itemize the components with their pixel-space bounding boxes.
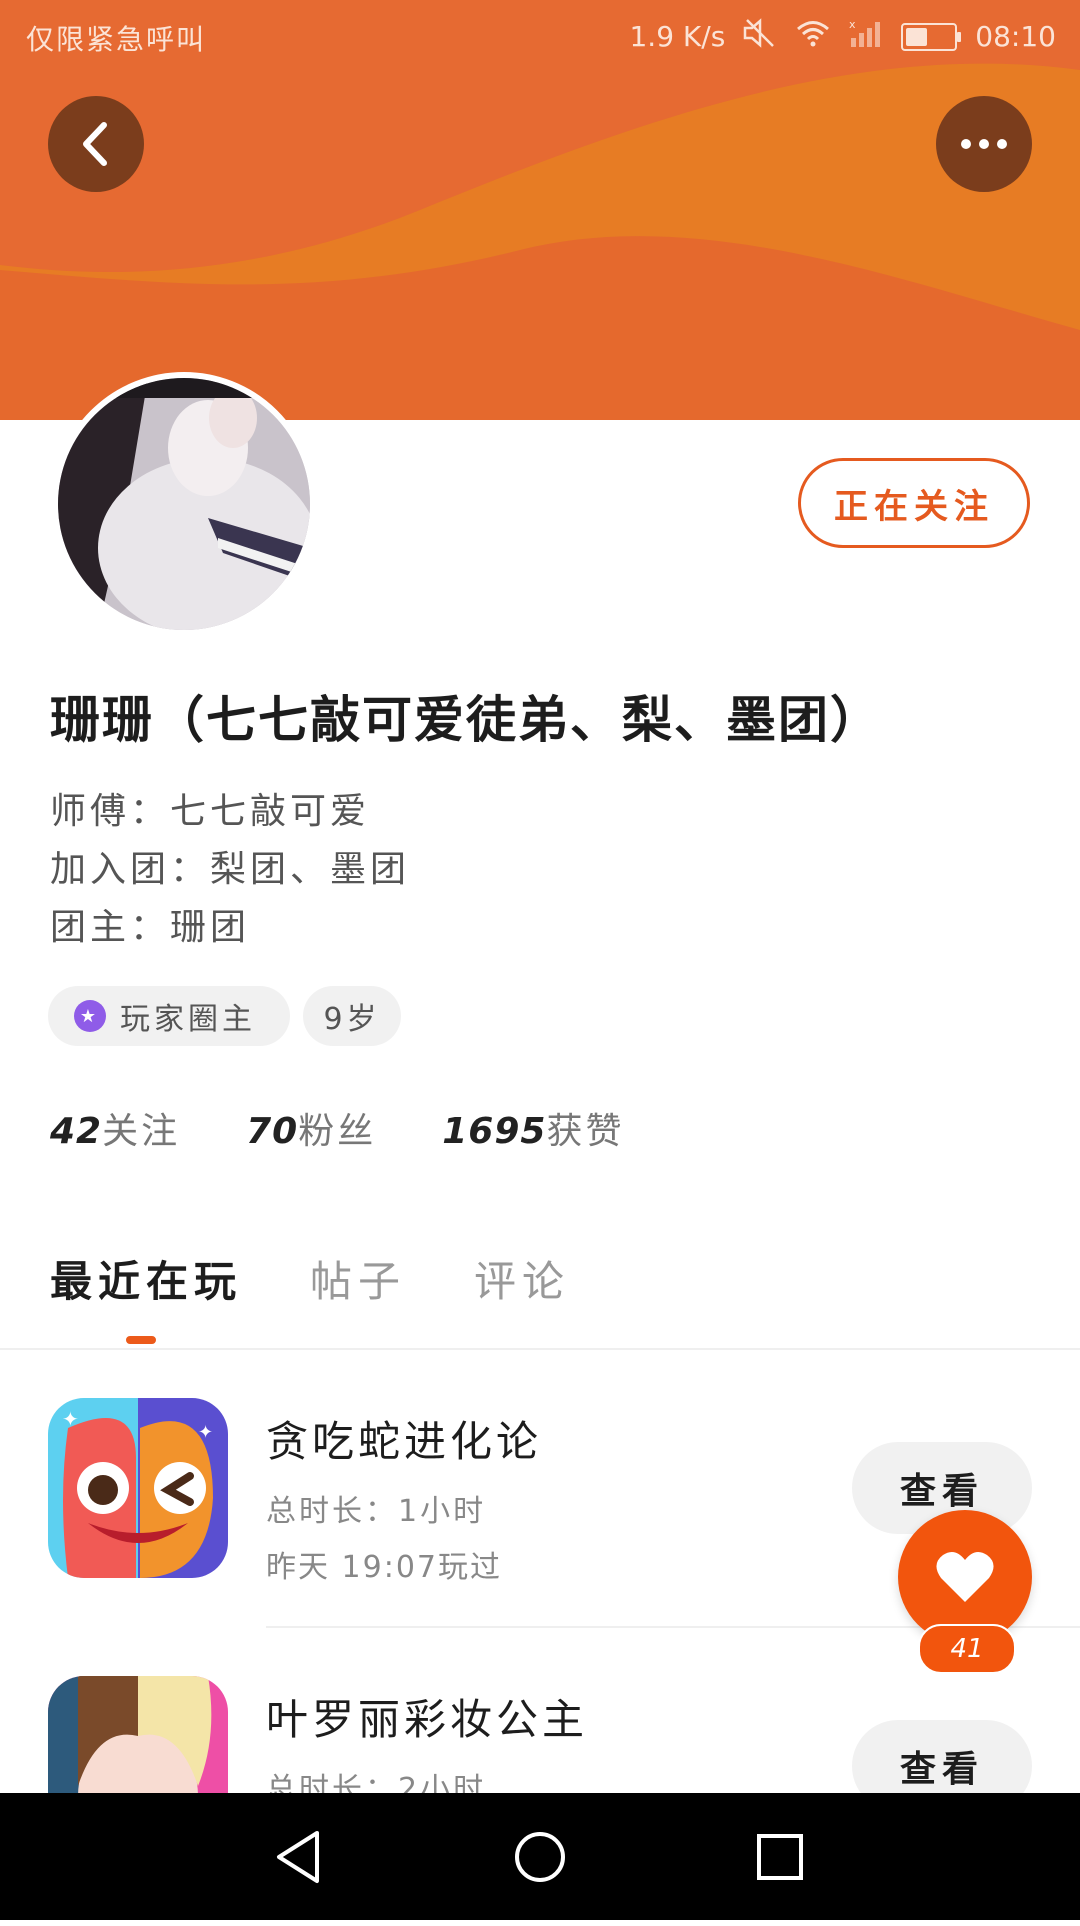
clock: 08:10 bbox=[975, 20, 1056, 53]
profile-tabs: 最近在玩 帖子 评论 bbox=[50, 1248, 570, 1344]
tab-posts[interactable]: 帖子 bbox=[310, 1248, 406, 1309]
master-info: 师傅：七七敲可爱 bbox=[50, 791, 371, 832]
battery-level bbox=[906, 27, 928, 46]
snake-game-icon: ✦ ✦ bbox=[48, 1398, 228, 1578]
likes-count: 1695 bbox=[442, 1111, 547, 1152]
svg-text:✦: ✦ bbox=[62, 1407, 79, 1431]
battery-icon bbox=[901, 22, 962, 51]
profile-name: 珊珊（七七敲可爱徒弟、梨、墨团） bbox=[50, 691, 882, 749]
following-button[interactable]: 正在关注 bbox=[798, 458, 1030, 548]
role-badge[interactable]: ★ 玩家圈主 bbox=[48, 986, 290, 1046]
likes-stat[interactable]: 1695获赞 bbox=[442, 1102, 624, 1154]
game-title: 贪吃蛇进化论 bbox=[266, 1417, 543, 1466]
nav-back-button[interactable] bbox=[258, 1817, 338, 1897]
following-count: 42 bbox=[50, 1111, 103, 1152]
game-last-played: 昨天 19:07玩过 bbox=[266, 1550, 502, 1585]
profile-header: 仅限紧急呼叫 1.9 K/s x 08:10 bbox=[0, 0, 1080, 420]
net-speed: 1.9 K/s bbox=[629, 20, 726, 53]
tabs-divider bbox=[0, 1348, 1080, 1350]
svg-text:x: x bbox=[849, 18, 856, 31]
status-emergency-text: 仅限紧急呼叫 bbox=[26, 23, 207, 56]
age-badge-label: 9岁 bbox=[323, 1002, 381, 1037]
tab-comments[interactable]: 评论 bbox=[474, 1248, 570, 1309]
triangle-back-icon bbox=[277, 1831, 319, 1883]
fans-label: 粉丝 bbox=[298, 1111, 377, 1152]
back-button[interactable] bbox=[48, 96, 144, 192]
nav-recent-button[interactable] bbox=[740, 1817, 820, 1897]
likes-label: 获赞 bbox=[546, 1111, 625, 1152]
status-bar: 仅限紧急呼叫 1.9 K/s x 08:10 bbox=[0, 0, 1080, 78]
square-recent-icon bbox=[757, 1834, 803, 1880]
game-duration: 总时长：1小时 bbox=[266, 1494, 487, 1529]
avatar-photo bbox=[58, 378, 310, 630]
group-leader-info: 团主：珊团 bbox=[50, 907, 251, 948]
fans-stat[interactable]: 70粉丝 bbox=[246, 1102, 376, 1154]
age-badge: 9岁 bbox=[303, 986, 401, 1046]
circle-home-icon bbox=[515, 1832, 565, 1882]
heart-icon bbox=[936, 1551, 994, 1602]
more-button[interactable] bbox=[936, 96, 1032, 192]
profile-stats: 42关注 70粉丝 1695获赞 bbox=[50, 1102, 624, 1154]
nav-home-button[interactable] bbox=[500, 1817, 580, 1897]
like-count-badge: 41 bbox=[918, 1624, 1016, 1674]
game-title: 叶罗丽彩妆公主 bbox=[266, 1695, 589, 1744]
more-dots-icon bbox=[961, 139, 1007, 149]
signal-icon: x bbox=[849, 18, 883, 55]
following-label: 关注 bbox=[102, 1111, 181, 1152]
following-stat[interactable]: 42关注 bbox=[50, 1102, 180, 1154]
avatar[interactable] bbox=[52, 372, 316, 636]
joined-groups-info: 加入团：梨团、墨团 bbox=[50, 849, 411, 890]
svg-text:✦: ✦ bbox=[198, 1422, 213, 1443]
system-nav-bar bbox=[0, 1793, 1080, 1920]
star-badge-icon: ★ bbox=[74, 1000, 106, 1032]
role-badge-label: 玩家圈主 bbox=[120, 1002, 256, 1037]
tab-recently-played[interactable]: 最近在玩 bbox=[50, 1248, 242, 1344]
mute-icon bbox=[743, 18, 777, 55]
chevron-left-icon bbox=[83, 122, 107, 166]
wifi-icon bbox=[795, 18, 831, 55]
fans-count: 70 bbox=[246, 1111, 299, 1152]
